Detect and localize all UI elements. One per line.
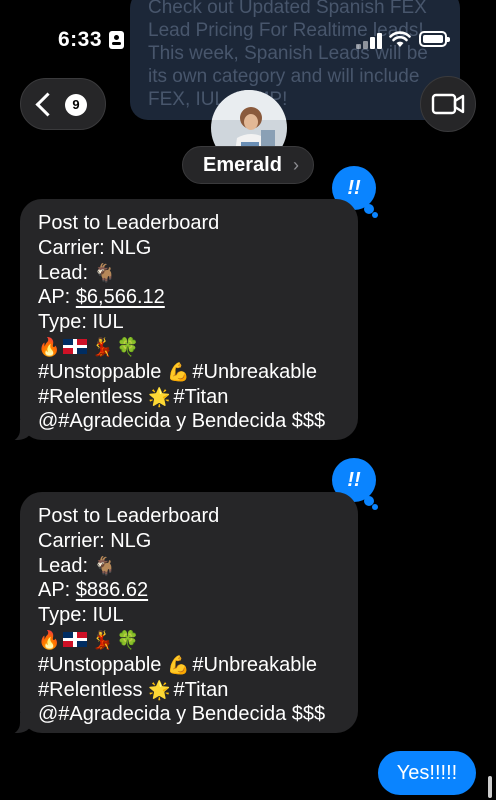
ap-label: AP: [38, 579, 71, 602]
cellular-signal-icon [356, 33, 382, 49]
fire-icon: 🔥 [38, 629, 61, 650]
four-leaf-clover-icon: 🍀 [116, 336, 140, 357]
hashtag: #Titan [173, 385, 229, 408]
reaction-tail-dot-small [372, 504, 378, 510]
video-camera-icon [431, 93, 465, 115]
status-time: 6:33 [58, 28, 103, 51]
flexed-biceps-icon: 💪 [167, 654, 190, 675]
reaction-tail-dot-small [372, 212, 378, 218]
goat-icon: 🐐 [93, 262, 117, 283]
contact-name-button[interactable]: Emerald › [182, 146, 314, 184]
hashtag: #Unbreakable [192, 360, 317, 383]
goat-icon: 🐐 [93, 555, 117, 576]
chevron-left-icon [35, 92, 60, 117]
hashtag: #Unbreakable [192, 653, 317, 676]
ap-amount-link[interactable]: $886.62 [76, 579, 148, 601]
contact-name: Emerald [203, 154, 282, 176]
back-button[interactable]: 9 [20, 78, 106, 130]
battery-icon [419, 31, 450, 47]
message-line: #Relentless 🌟 #Titan [38, 678, 340, 703]
message-line: AP: $6,566.12 [38, 285, 340, 310]
message-line: 🔥 💃 🍀 [38, 335, 340, 360]
facetime-video-button[interactable] [420, 76, 476, 132]
hashtag: #Unstoppable [38, 360, 162, 383]
message-line: #Unstoppable 💪 #Unbreakable [38, 653, 340, 678]
hashtag: #Relentless [38, 385, 143, 408]
dancer-icon: 💃 [91, 629, 114, 650]
fire-icon: 🔥 [38, 336, 61, 357]
message-line: @#Agradecida y Bendecida $$$ [38, 410, 326, 433]
message-line: Type: IUL [38, 311, 124, 334]
notification-banner[interactable]: Check out Updated Spanish FEX Lead Prici… [130, 0, 460, 120]
dominican-flag-icon [63, 338, 88, 354]
glowing-star-icon: 🌟 [148, 679, 171, 700]
chevron-right-icon: › [293, 155, 299, 175]
message-line: Lead: 🐐 [38, 554, 340, 579]
lead-label: Lead: [38, 261, 89, 284]
message-line: Post to Leaderboard [38, 505, 220, 527]
unread-count-badge: 9 [65, 94, 87, 116]
wifi-icon [389, 31, 411, 47]
four-leaf-clover-icon: 🍀 [116, 629, 140, 650]
message-line: #Unstoppable 💪 #Unbreakable [38, 360, 340, 385]
notification-banner-text: Check out Updated Spanish FEX Lead Prici… [148, 0, 428, 110]
message-line: Carrier: NLG [38, 236, 152, 259]
message-line: 🔥 💃 🍀 [38, 628, 340, 653]
contact-card-icon [109, 31, 124, 49]
ap-label: AP: [38, 286, 71, 309]
message-line: Type: IUL [38, 604, 124, 627]
scroll-indicator[interactable] [488, 776, 492, 798]
outgoing-message-bubble[interactable]: Yes!!!!! [378, 751, 476, 795]
incoming-message-bubble[interactable]: Post to Leaderboard Carrier: NLG Lead: 🐐… [6, 199, 358, 442]
hashtag: #Titan [173, 678, 229, 701]
message-line: #Relentless 🌟 #Titan [38, 385, 340, 410]
message-line: Post to Leaderboard [38, 212, 220, 234]
message-line: AP: $886.62 [38, 578, 340, 603]
hashtag: #Unstoppable [38, 653, 162, 676]
ap-amount-link[interactable]: $6,566.12 [76, 286, 165, 308]
message-line: @#Agradecida y Bendecida $$$ [38, 703, 326, 726]
dancer-icon: 💃 [91, 336, 114, 357]
message-line: Carrier: NLG [38, 529, 152, 552]
message-line: Lead: 🐐 [38, 261, 340, 286]
flexed-biceps-icon: 💪 [167, 361, 190, 382]
dominican-flag-icon [63, 631, 88, 647]
hashtag: #Relentless [38, 678, 143, 701]
incoming-message-bubble[interactable]: Post to Leaderboard Carrier: NLG Lead: 🐐… [6, 492, 358, 735]
glowing-star-icon: 🌟 [148, 386, 171, 407]
lead-label: Lead: [38, 554, 89, 577]
